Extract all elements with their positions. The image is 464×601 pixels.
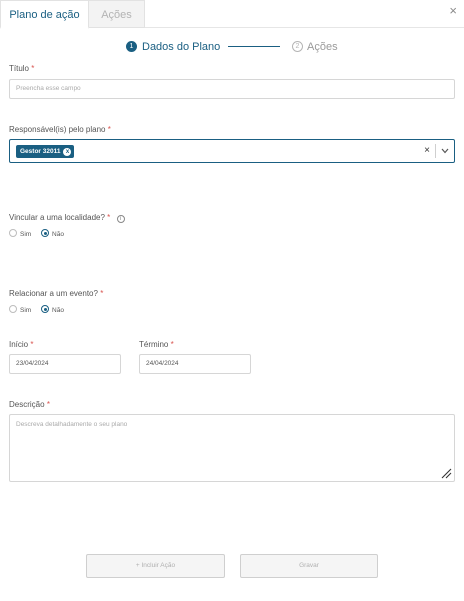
close-icon[interactable]: × — [449, 4, 457, 18]
responsible-label-text: Responsável(is) pelo plano — [9, 125, 106, 134]
event-radio-group: Sim Não — [9, 305, 72, 314]
selected-tag: Gestor 32011 x — [16, 145, 75, 158]
required-mark: * — [170, 340, 174, 349]
location-label-text: Vincular a uma localidade? — [9, 213, 105, 222]
tag-remove-icon[interactable]: x — [63, 148, 72, 156]
radio-button-checked[interactable] — [41, 305, 50, 313]
required-mark: * — [107, 125, 111, 134]
radio-label: Sim — [20, 307, 32, 314]
required-mark: * — [31, 64, 35, 73]
location-radio-group: Sim Não — [9, 229, 72, 238]
event-label-text: Relacionar a um evento? — [9, 289, 98, 298]
step-2-number: 2 — [292, 41, 303, 52]
radio-button[interactable] — [9, 229, 17, 237]
start-label-text: Início — [9, 340, 29, 349]
event-option-sim[interactable]: Sim — [9, 305, 31, 315]
clear-icon[interactable]: × — [424, 145, 430, 157]
description-label: Descrição * — [9, 400, 50, 410]
event-label: Relacionar a um evento? * — [9, 289, 103, 299]
radio-label: Sim — [20, 231, 32, 238]
required-mark: * — [30, 340, 34, 349]
description-label-text: Descrição — [9, 400, 45, 409]
add-action-button[interactable]: + Incluir Ação — [86, 554, 225, 578]
description-textarea[interactable]: Descreva detalhadamente o seu plano — [9, 414, 455, 482]
tab-bar: Plano de ação Ações × — [0, 0, 464, 29]
chevron-down-icon[interactable] — [441, 145, 449, 157]
title-label-text: Título — [9, 64, 30, 73]
end-label: Término * — [139, 340, 174, 350]
event-option-nao[interactable]: Não — [41, 305, 64, 315]
tab-acoes[interactable]: Ações — [89, 0, 145, 28]
end-date-input[interactable]: 24/04/2024 — [139, 354, 251, 374]
resize-handle-icon[interactable] — [440, 467, 452, 479]
title-input[interactable]: Preencha esse campo — [9, 79, 455, 99]
location-option-nao[interactable]: Não — [41, 229, 64, 239]
responsible-select[interactable]: Gestor 32011 x × — [9, 139, 455, 163]
save-button[interactable]: Gravar — [240, 554, 378, 578]
radio-button-checked[interactable] — [41, 229, 50, 237]
step-1-label[interactable]: Dados do Plano — [142, 40, 220, 54]
selected-tag-label: Gestor 32011 — [20, 148, 61, 155]
location-option-sim[interactable]: Sim — [9, 229, 31, 239]
responsible-label: Responsável(is) pelo plano * — [9, 125, 111, 135]
required-mark: * — [100, 289, 104, 298]
info-icon[interactable]: i — [116, 215, 125, 223]
description-placeholder: Descreva detalhadamente o seu plano — [16, 421, 128, 428]
radio-button[interactable] — [9, 305, 17, 313]
start-date-input[interactable]: 23/04/2024 — [9, 354, 121, 374]
end-label-text: Término — [139, 340, 169, 349]
step-2-label[interactable]: Ações — [307, 40, 338, 54]
location-label: Vincular a uma localidade? * i — [9, 213, 125, 223]
start-label: Início * — [9, 340, 33, 350]
required-mark: * — [46, 400, 50, 409]
radio-label: Não — [52, 307, 64, 314]
stepper: 1 Dados do Plano 2 Ações — [0, 40, 464, 54]
tab-plano-de-acao[interactable]: Plano de ação — [0, 0, 89, 29]
radio-label: Não — [52, 231, 64, 238]
step-1-number: 1 — [126, 41, 137, 52]
step-connector — [228, 46, 280, 47]
select-divider — [435, 144, 436, 158]
title-label: Título * — [9, 64, 34, 74]
required-mark: * — [107, 213, 111, 222]
